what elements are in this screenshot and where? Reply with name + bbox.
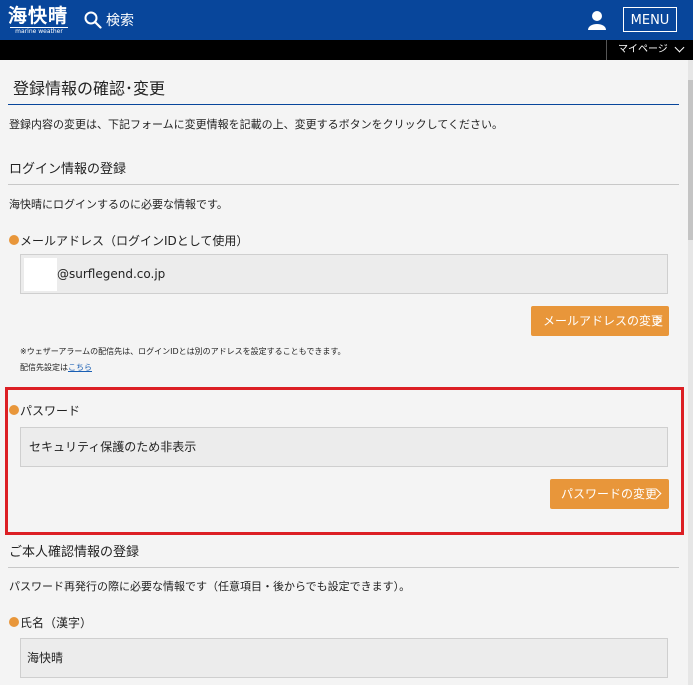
- sub-nav-bar: マイページ: [0, 40, 693, 60]
- login-section-description: 海快晴にログインするのに必要な情報です。: [9, 198, 228, 211]
- alarm-link-line: 配信先設定はこちら: [20, 360, 92, 375]
- site-header: 海快晴 marine weather 検索 MENU: [0, 0, 693, 40]
- password-label-text: パスワード: [20, 403, 81, 418]
- alarm-note: ※ウェザーアラームの配信先は、ログインIDとは別のアドレスを設定することもできま…: [20, 347, 346, 356]
- menu-button[interactable]: MENU: [623, 7, 677, 32]
- name-label-text: 氏名（漢字）: [20, 615, 93, 630]
- search-icon: [84, 11, 102, 29]
- bullet-dot-icon: [9, 405, 19, 415]
- section-divider: [8, 184, 679, 185]
- site-logo[interactable]: 海快晴 marine weather: [8, 5, 72, 35]
- email-field-label: メールアドレス（ログインIDとして使用）: [9, 232, 248, 248]
- page-description: 登録内容の変更は、下記フォームに変更情報を記載の上、変更するボタンをクリックして…: [9, 118, 504, 131]
- password-display-field: セキュリティ保護のため非表示: [20, 427, 668, 467]
- alarm-link-prefix: 配信先設定は: [20, 363, 68, 372]
- mypage-label: マイページ: [618, 44, 668, 55]
- alarm-settings-link[interactable]: こちら: [68, 363, 92, 372]
- login-section-title: ログイン情報の登録: [9, 162, 127, 177]
- change-password-button[interactable]: パスワードの変更: [550, 479, 669, 509]
- bullet-dot-icon: [9, 617, 19, 627]
- mypage-dropdown[interactable]: マイページ: [606, 40, 693, 60]
- change-password-label: パスワードの変更: [561, 487, 658, 501]
- scrollbar-thumb[interactable]: [688, 80, 693, 240]
- email-redaction: [24, 258, 57, 291]
- name-display-field: 海快晴: [20, 638, 668, 678]
- email-value: @surflegend.co.jp: [57, 267, 166, 281]
- email-label-text: メールアドレス（ログインIDとして使用）: [20, 233, 249, 248]
- search-button[interactable]: 検索: [84, 8, 134, 32]
- logo-subtext: marine weather: [10, 27, 68, 36]
- name-field-label: 氏名（漢字）: [9, 614, 92, 630]
- change-email-label: メールアドレスの変更: [543, 314, 664, 328]
- main-content: 登録情報の確認･変更 登録内容の変更は、下記フォームに変更情報を記載の上、変更す…: [0, 60, 688, 685]
- change-email-button[interactable]: メールアドレスの変更: [531, 306, 669, 336]
- page-title: 登録情報の確認･変更: [13, 79, 166, 98]
- logo-text: 海快晴: [8, 5, 69, 27]
- email-display-field: @surflegend.co.jp: [20, 254, 668, 294]
- section-divider: [8, 567, 679, 568]
- title-divider: [8, 104, 679, 105]
- identity-section-title: ご本人確認情報の登録: [9, 545, 140, 560]
- password-field-label: パスワード: [9, 402, 80, 418]
- identity-section-description: パスワード再発行の際に必要な情報です（任意項目・後からでも設定できます）。: [9, 580, 411, 593]
- chevron-down-icon: [674, 42, 685, 53]
- scrollbar[interactable]: [688, 60, 693, 685]
- search-label: 検索: [106, 13, 134, 29]
- user-icon[interactable]: [586, 10, 608, 30]
- bullet-dot-icon: [9, 235, 19, 245]
